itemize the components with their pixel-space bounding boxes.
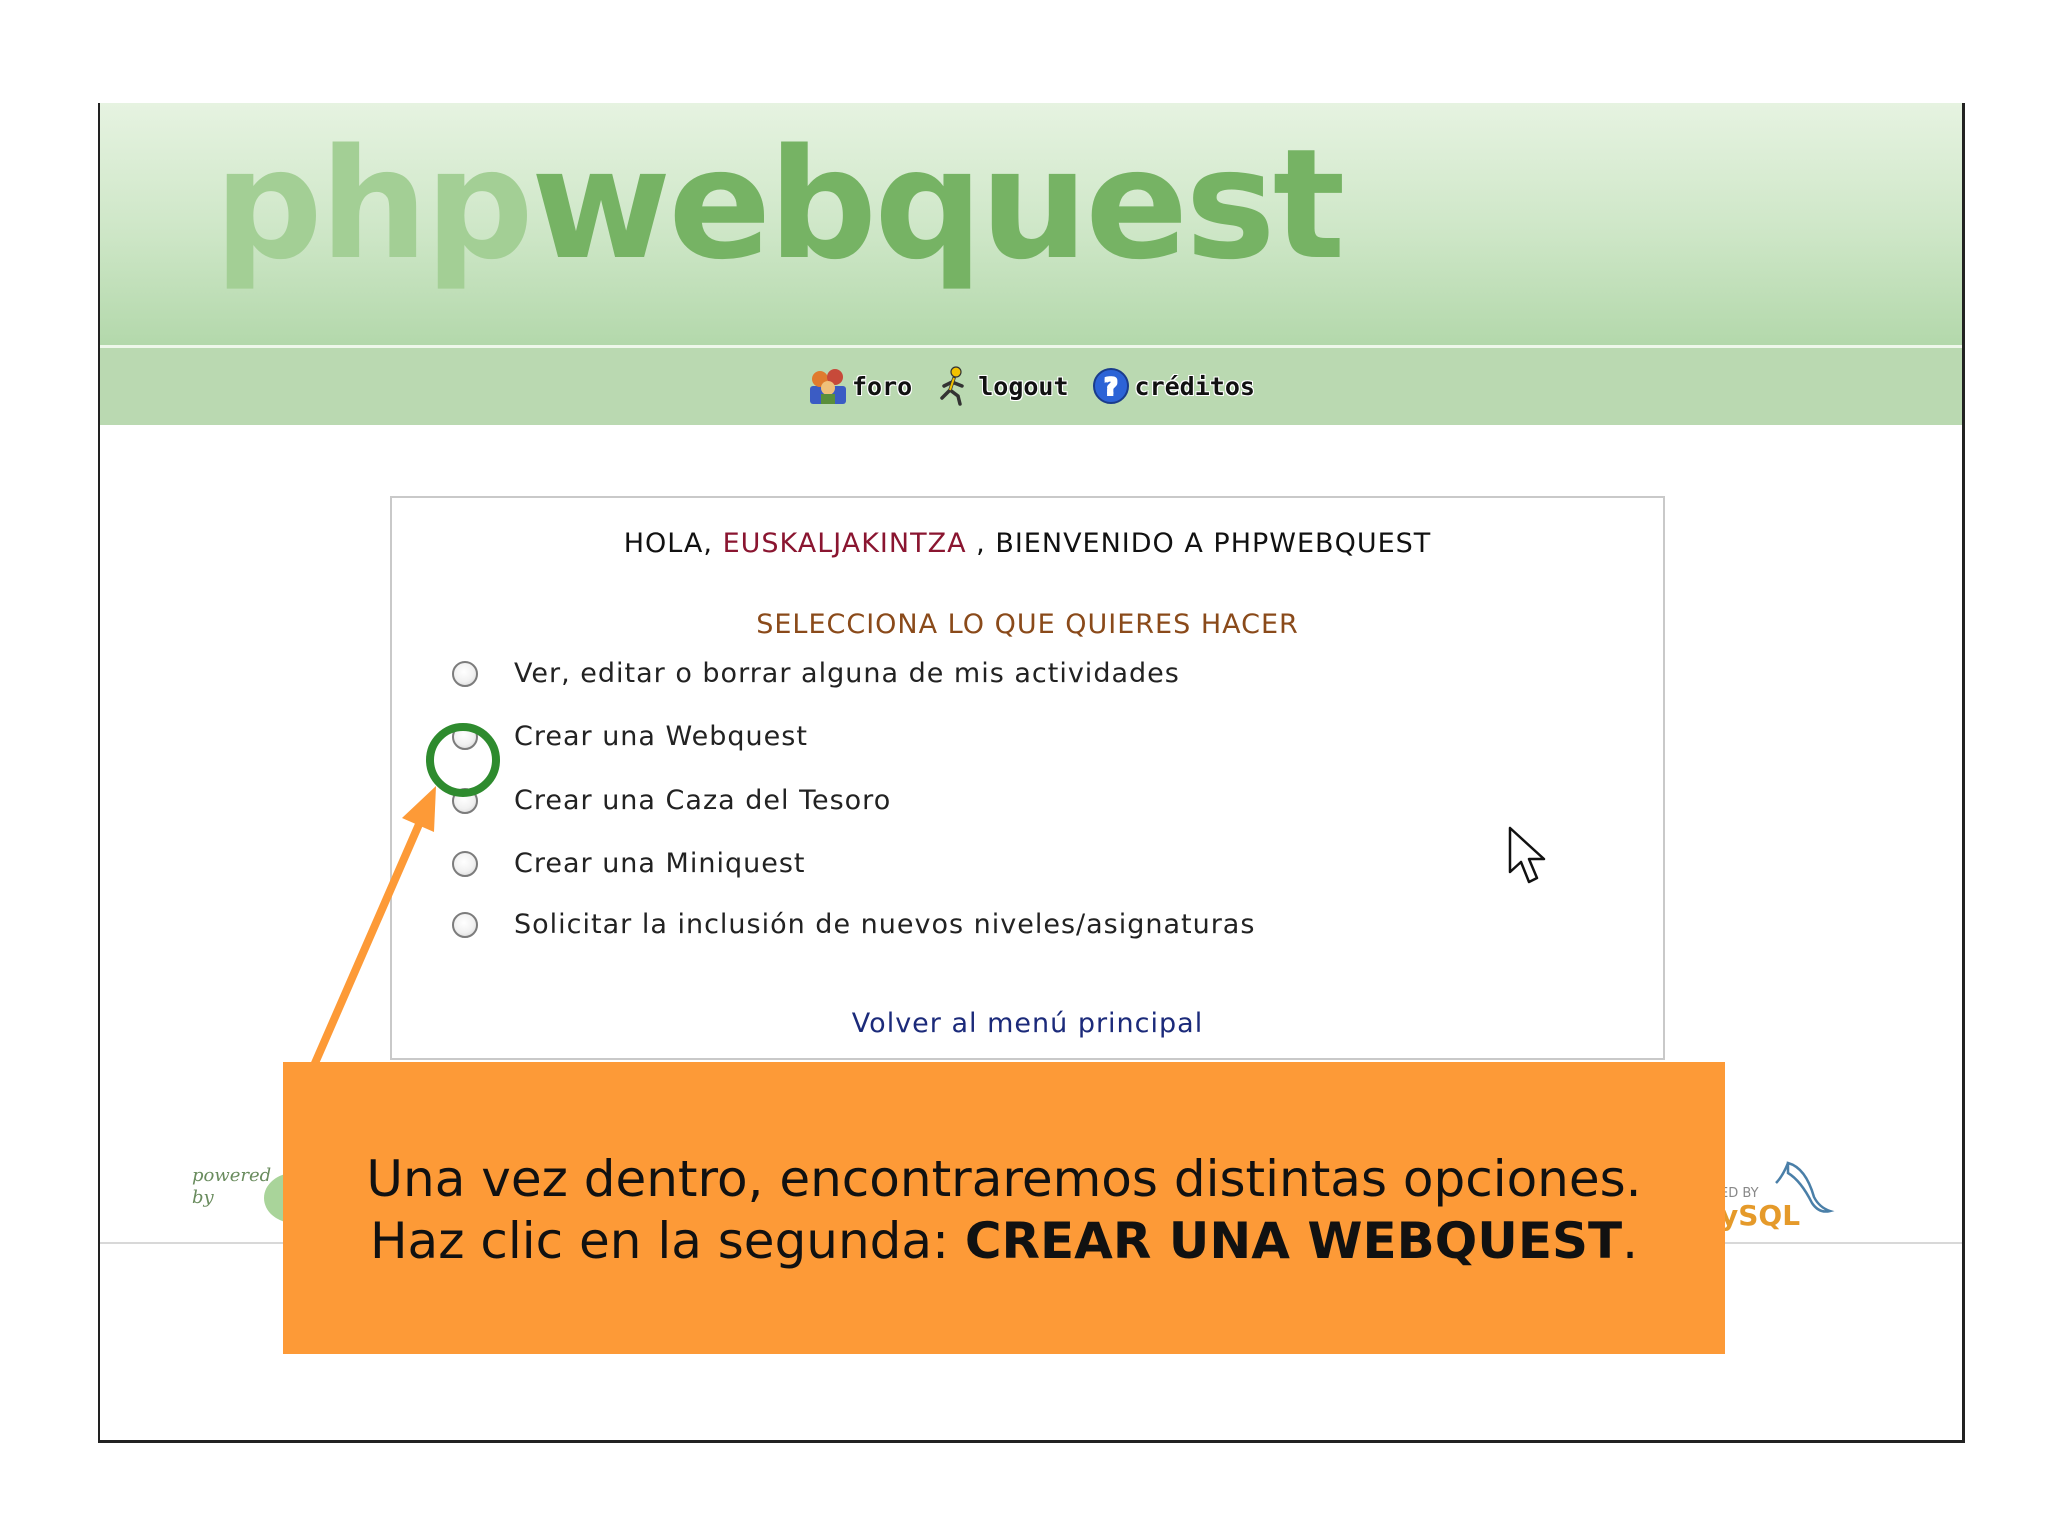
radio-button[interactable] [452, 660, 478, 687]
phpwebquest-logo: phpwebquest [214, 116, 1345, 293]
option-request-levels[interactable]: Solicitar la inclusión de nuevos niveles… [452, 909, 1255, 940]
option-create-miniquest[interactable]: Crear una Miniquest [452, 848, 805, 879]
nav-label-foro: foro [852, 371, 913, 401]
mouse-cursor-icon [1508, 826, 1546, 884]
option-label: Solicitar la inclusión de nuevos niveles… [514, 909, 1256, 940]
option-label: Crear una Caza del Tesoro [514, 785, 892, 816]
svg-text:?: ? [1104, 373, 1118, 401]
nav-link-logout[interactable]: logout [934, 366, 1069, 406]
option-create-webquest[interactable]: Crear una Webquest [452, 721, 808, 752]
nav-link-foro[interactable]: foro [808, 366, 912, 406]
username: EUSKALJAKINTZA [722, 528, 967, 559]
help-icon: ? [1092, 368, 1129, 404]
option-label: Crear una Miniquest [514, 848, 806, 879]
powered-by-left: powered by [192, 1165, 272, 1208]
header-banner: phpwebquest [100, 103, 1962, 348]
nav-link-creditos[interactable]: ? créditos [1091, 366, 1255, 406]
option-label: Crear una Webquest [514, 721, 808, 752]
forum-people-icon [810, 369, 846, 404]
running-man-icon [940, 366, 964, 406]
nav-links: foro logout ? créditos [808, 366, 1277, 406]
highlight-circle [426, 723, 500, 797]
activity-selection-panel: HOLA, EUSKALJAKINTZA , BIENVENIDO A PHPW… [390, 496, 1665, 1060]
back-to-main-menu-link[interactable]: Volver al menú principal [392, 1008, 1663, 1039]
top-navigation: foro logout ? créditos [100, 348, 1962, 425]
option-create-treasure-hunt[interactable]: Crear una Caza del Tesoro [452, 785, 891, 816]
option-label: Ver, editar o borrar alguna de mis activ… [514, 658, 1180, 689]
nav-label-creditos: créditos [1134, 371, 1255, 401]
option-edit-activities[interactable]: Ver, editar o borrar alguna de mis activ… [452, 658, 1180, 689]
welcome-message: HOLA, EUSKALJAKINTZA , BIENVENIDO A PHPW… [623, 528, 1432, 559]
powered-by-mysql-logo: ED BY ySQL [1718, 1153, 1838, 1233]
mysql-dolphin-icon: ED BY ySQL [1720, 1161, 1835, 1232]
instruction-callout: Una vez dentro, encontraremos distintas … [283, 1062, 1725, 1354]
select-instructions: SELECCIONA LO QUE QUIERES HACER [756, 609, 1299, 640]
radio-button[interactable] [452, 911, 478, 938]
svg-text:ySQL: ySQL [1720, 1199, 1800, 1232]
radio-button[interactable] [452, 850, 478, 877]
nav-label-logout: logout [978, 371, 1069, 401]
instruction-text: Una vez dentro, encontraremos distintas … [366, 1150, 1642, 1270]
